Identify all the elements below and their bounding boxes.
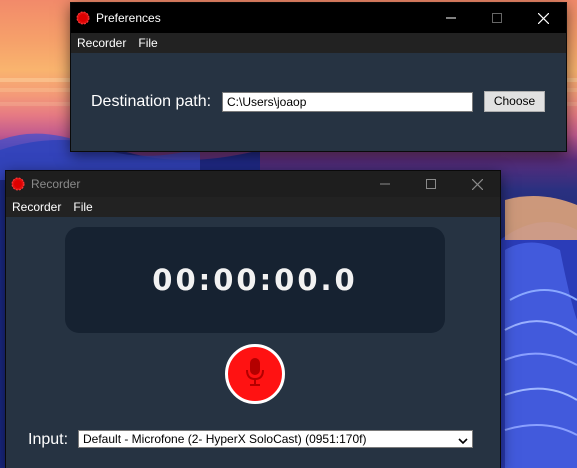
timer-display: 00:00:00.0 xyxy=(152,263,358,297)
choose-button[interactable]: Choose xyxy=(484,91,545,112)
destination-label: Destination path: xyxy=(91,93,212,110)
red-gear-icon xyxy=(11,177,25,191)
destination-path-input[interactable]: C:\Users\joaop xyxy=(222,92,473,112)
minimize-icon[interactable] xyxy=(428,3,474,33)
input-device-value: Default - Microfone (2- HyperX SoloCast)… xyxy=(83,432,367,446)
menu-file[interactable]: File xyxy=(132,33,163,53)
preferences-title: Preferences xyxy=(96,11,161,25)
menu-file[interactable]: File xyxy=(67,197,98,217)
timer-panel: 00:00:00.0 xyxy=(65,227,445,333)
microphone-icon xyxy=(244,357,266,392)
record-button[interactable] xyxy=(225,344,285,404)
menu-recorder[interactable]: Recorder xyxy=(6,197,67,217)
close-icon[interactable] xyxy=(454,171,500,197)
red-gear-icon xyxy=(76,11,90,25)
preferences-window: Preferences Recorder File Destination pa… xyxy=(70,2,567,152)
preferences-body: Destination path: C:\Users\joaop Choose xyxy=(71,53,566,151)
recorder-titlebar[interactable]: Recorder xyxy=(6,171,500,197)
minimize-icon[interactable] xyxy=(362,171,408,197)
chevron-down-icon xyxy=(458,434,468,447)
input-device-select[interactable]: Default - Microfone (2- HyperX SoloCast)… xyxy=(78,430,473,448)
maximize-icon[interactable] xyxy=(474,3,520,33)
recorder-window: Recorder Recorder File 00:00:00.0 Input:… xyxy=(5,170,501,468)
recorder-menubar: Recorder File xyxy=(6,197,500,217)
preferences-titlebar[interactable]: Preferences xyxy=(71,3,566,33)
input-label: Input: xyxy=(28,431,69,448)
close-icon[interactable] xyxy=(520,3,566,33)
menu-recorder[interactable]: Recorder xyxy=(71,33,132,53)
recorder-title: Recorder xyxy=(31,177,81,191)
recorder-body: 00:00:00.0 Input: Default - Microfone (2… xyxy=(6,217,500,468)
maximize-icon[interactable] xyxy=(408,171,454,197)
preferences-menubar: Recorder File xyxy=(71,33,566,53)
